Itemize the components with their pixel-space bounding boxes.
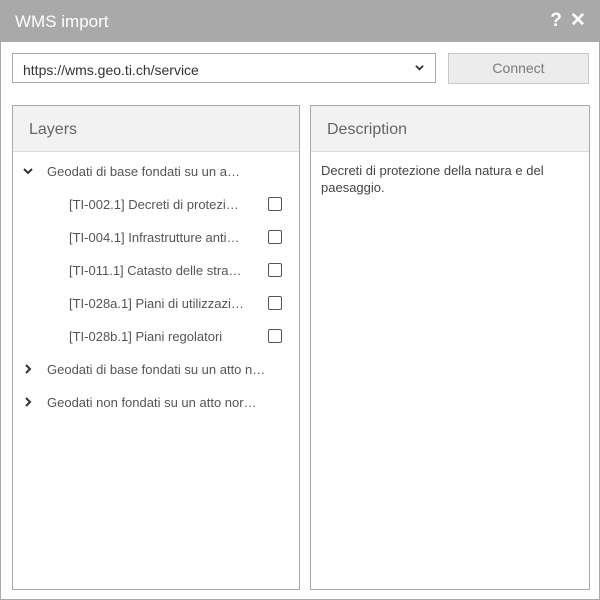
layer-group[interactable]: Geodati di base fondati su un atto n… [13, 353, 299, 386]
layer-item-label: [TI-028a.1] Piani di utilizzazi… [69, 296, 244, 311]
layer-group[interactable]: Geodati non fondati su un atto nor… [13, 386, 299, 419]
layer-group[interactable]: Geodati di base fondati su un a… [13, 155, 299, 188]
layer-item[interactable]: [TI-028a.1] Piani di utilizzazi… [13, 287, 299, 320]
layer-item-label: [TI-002.1] Decreti di protezi… [69, 197, 239, 212]
wms-import-dialog: WMS import ? ✕ https://wms.geo.ti.ch/ser… [0, 0, 600, 600]
layer-item[interactable]: [TI-004.1] Infrastrutture anti… [13, 221, 299, 254]
layer-checkbox[interactable] [268, 263, 282, 277]
layers-panel-header: Layers [13, 106, 299, 152]
chevron-right-icon[interactable] [23, 364, 33, 374]
close-icon[interactable]: ✕ [570, 10, 586, 32]
service-url-value: https://wms.geo.ti.ch/service [23, 62, 199, 78]
layer-group-label: Geodati di base fondati su un a… [47, 164, 240, 179]
layer-item-label: [TI-004.1] Infrastrutture anti… [69, 230, 240, 245]
layer-item-label: [TI-028b.1] Piani regolatori [69, 329, 223, 344]
layer-item[interactable]: [TI-011.1] Catasto delle stra… [13, 254, 299, 287]
layer-group-label: Geodati non fondati su un atto nor… [47, 395, 257, 410]
layer-item[interactable]: [TI-028b.1] Piani regolatori [13, 320, 299, 353]
service-url-select[interactable]: https://wms.geo.ti.ch/service [12, 53, 436, 83]
layers-panel: Layers Geodati di base fondati su un a… … [12, 105, 300, 590]
help-icon[interactable]: ? [548, 10, 564, 32]
layers-panel-title: Layers [29, 121, 78, 138]
layer-checkbox[interactable] [268, 197, 282, 211]
title-bar: WMS import ? ✕ [1, 1, 599, 42]
layer-item[interactable]: [TI-002.1] Decreti di protezi… [13, 188, 299, 221]
description-panel-title: Description [327, 121, 408, 138]
description-panel: Description Decreti di protezione della … [310, 105, 590, 590]
layer-group-label: Geodati di base fondati su un atto n… [47, 362, 266, 377]
chevron-down-icon[interactable] [23, 166, 33, 176]
layer-checkbox[interactable] [268, 329, 282, 343]
chevron-down-icon[interactable] [415, 63, 424, 72]
layer-checkbox[interactable] [268, 230, 282, 244]
chevron-right-icon[interactable] [23, 397, 33, 407]
layer-checkbox[interactable] [268, 296, 282, 310]
connect-button[interactable]: Connect [448, 53, 589, 84]
dialog-title: WMS import [15, 12, 109, 31]
description-panel-header: Description [311, 106, 589, 152]
layer-item-label: [TI-011.1] Catasto delle stra… [69, 263, 242, 278]
description-text: Decreti di protezione della natura e del… [321, 163, 544, 195]
